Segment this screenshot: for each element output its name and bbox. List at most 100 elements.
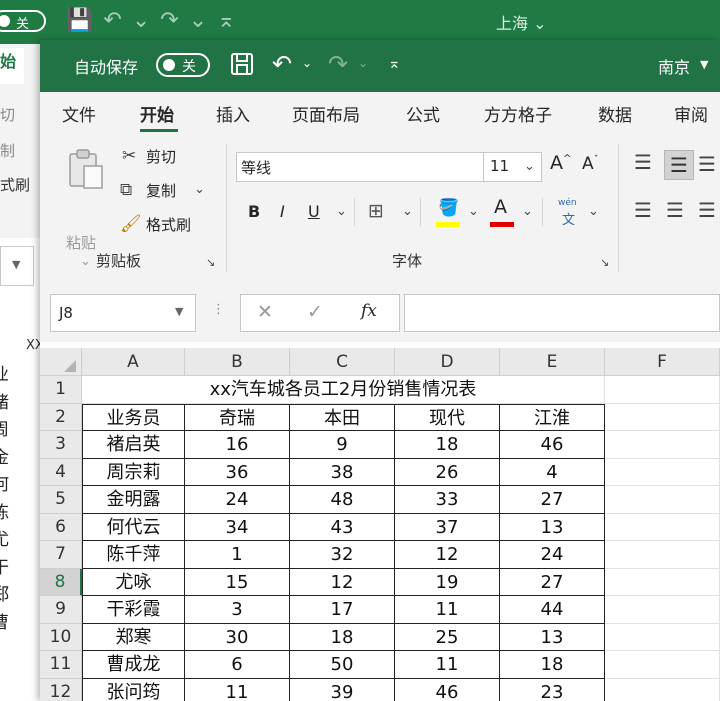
background-cut-fragment[interactable]: 切: [0, 104, 15, 125]
tab-review[interactable]: 审阅: [674, 101, 708, 126]
table-cell[interactable]: 11: [395, 651, 500, 679]
table-cell[interactable]: 46: [500, 431, 605, 459]
table-cell[interactable]: 34: [185, 513, 290, 541]
cell[interactable]: [605, 678, 720, 701]
table-cell[interactable]: 18: [500, 651, 605, 679]
table-cell[interactable]: 9: [290, 431, 395, 459]
tab-fangfangezi[interactable]: 方方格子: [484, 101, 552, 126]
fill-color-button[interactable]: 🪣: [436, 196, 460, 228]
table-cell[interactable]: 11: [185, 678, 290, 701]
table-cell[interactable]: 陈千萍: [82, 541, 185, 569]
italic-button[interactable]: I: [280, 202, 285, 221]
table-cell[interactable]: 4: [500, 458, 605, 486]
cell[interactable]: [605, 376, 720, 404]
table-cell[interactable]: 18: [290, 623, 395, 651]
row-header[interactable]: 5: [40, 486, 82, 514]
undo-icon[interactable]: ↶: [272, 50, 292, 78]
more-options-icon[interactable]: ⋮: [212, 302, 225, 317]
column-header[interactable]: B: [185, 348, 290, 376]
table-cell[interactable]: 16: [185, 431, 290, 459]
table-cell[interactable]: 张问筠: [82, 678, 185, 701]
cell[interactable]: [605, 596, 720, 624]
column-header[interactable]: F: [605, 348, 720, 376]
table-cell[interactable]: 11: [395, 596, 500, 624]
table-cell[interactable]: 27: [500, 486, 605, 514]
underline-button[interactable]: U: [308, 202, 320, 221]
chevron-down-icon[interactable]: ⌄: [336, 204, 347, 219]
table-cell[interactable]: 48: [290, 486, 395, 514]
align-middle-icon[interactable]: ☰: [664, 150, 694, 180]
copy-button[interactable]: 复制: [146, 180, 176, 201]
chevron-down-icon[interactable]: ⌄: [358, 56, 368, 70]
save-icon[interactable]: [230, 52, 254, 76]
font-size-input[interactable]: 11 ⌄: [484, 152, 542, 182]
row-header[interactable]: 12: [40, 678, 82, 701]
background-copy-fragment[interactable]: 制: [0, 140, 15, 161]
chevron-down-icon[interactable]: ▼: [700, 58, 708, 71]
align-bottom-icon[interactable]: ☰: [698, 152, 716, 176]
cell[interactable]: [605, 513, 720, 541]
align-right-icon[interactable]: ☰: [698, 198, 716, 222]
cell[interactable]: [605, 431, 720, 459]
table-cell[interactable]: 43: [290, 513, 395, 541]
column-header[interactable]: E: [500, 348, 605, 376]
bold-button[interactable]: B: [248, 202, 260, 221]
chevron-down-icon[interactable]: ⌄: [194, 182, 205, 197]
row-header[interactable]: 10: [40, 623, 82, 651]
row-header[interactable]: 9: [40, 596, 82, 624]
tab-file[interactable]: 文件: [62, 101, 96, 126]
cut-button[interactable]: 剪切: [146, 146, 176, 167]
table-cell[interactable]: 37: [395, 513, 500, 541]
table-cell[interactable]: 39: [290, 678, 395, 701]
cell[interactable]: [605, 403, 720, 431]
header-cell[interactable]: 本田: [290, 403, 395, 431]
chevron-down-icon[interactable]: ⌄: [302, 56, 312, 70]
column-header[interactable]: A: [82, 348, 185, 376]
table-cell[interactable]: 褚启英: [82, 431, 185, 459]
paste-button[interactable]: 粘贴: [66, 232, 96, 253]
grow-font-icon[interactable]: A^: [550, 152, 571, 174]
table-cell[interactable]: 36: [185, 458, 290, 486]
chevron-down-icon[interactable]: ⌄: [80, 254, 91, 269]
enter-icon[interactable]: ✓: [307, 301, 323, 323]
table-cell[interactable]: 26: [395, 458, 500, 486]
cell[interactable]: [605, 623, 720, 651]
table-cell[interactable]: 50: [290, 651, 395, 679]
header-cell[interactable]: 江淮: [500, 403, 605, 431]
row-header[interactable]: 7: [40, 541, 82, 569]
cancel-icon[interactable]: ✕: [257, 301, 273, 323]
cell[interactable]: [605, 458, 720, 486]
row-header[interactable]: 1: [40, 376, 82, 404]
table-cell[interactable]: 17: [290, 596, 395, 624]
customize-quick-access-icon[interactable]: ⌅: [388, 54, 401, 72]
name-box[interactable]: J8 ▼: [50, 294, 196, 332]
redo-icon[interactable]: ↷: [328, 50, 348, 78]
font-name-input[interactable]: 等线: [236, 152, 484, 182]
background-tab-home[interactable]: 始: [0, 48, 24, 84]
autosave-toggle[interactable]: 关: [156, 53, 210, 77]
table-cell[interactable]: 郑寒: [82, 623, 185, 651]
background-format-fragment[interactable]: 式刷: [0, 174, 30, 195]
insert-function-icon[interactable]: fx: [361, 301, 377, 321]
column-header[interactable]: D: [395, 348, 500, 376]
cell[interactable]: [605, 486, 720, 514]
table-cell[interactable]: 1: [185, 541, 290, 569]
table-cell[interactable]: 24: [185, 486, 290, 514]
table-cell[interactable]: 27: [500, 568, 605, 596]
table-cell[interactable]: 曹成龙: [82, 651, 185, 679]
align-left-icon[interactable]: ☰: [634, 198, 652, 222]
shrink-font-icon[interactable]: Aˇ: [582, 154, 599, 174]
format-painter-button[interactable]: 格式刷: [146, 214, 191, 235]
borders-icon[interactable]: ⊞: [368, 200, 384, 222]
align-center-icon[interactable]: ☰: [666, 198, 684, 222]
table-cell[interactable]: 12: [290, 568, 395, 596]
table-cell[interactable]: 15: [185, 568, 290, 596]
chevron-down-icon[interactable]: ⌄: [522, 204, 533, 219]
table-cell[interactable]: 6: [185, 651, 290, 679]
row-header[interactable]: 2: [40, 403, 82, 431]
table-cell[interactable]: 44: [500, 596, 605, 624]
table-cell[interactable]: 24: [500, 541, 605, 569]
tab-formulas[interactable]: 公式: [406, 101, 440, 126]
header-cell[interactable]: 业务员: [82, 403, 185, 431]
table-cell[interactable]: 金明露: [82, 486, 185, 514]
